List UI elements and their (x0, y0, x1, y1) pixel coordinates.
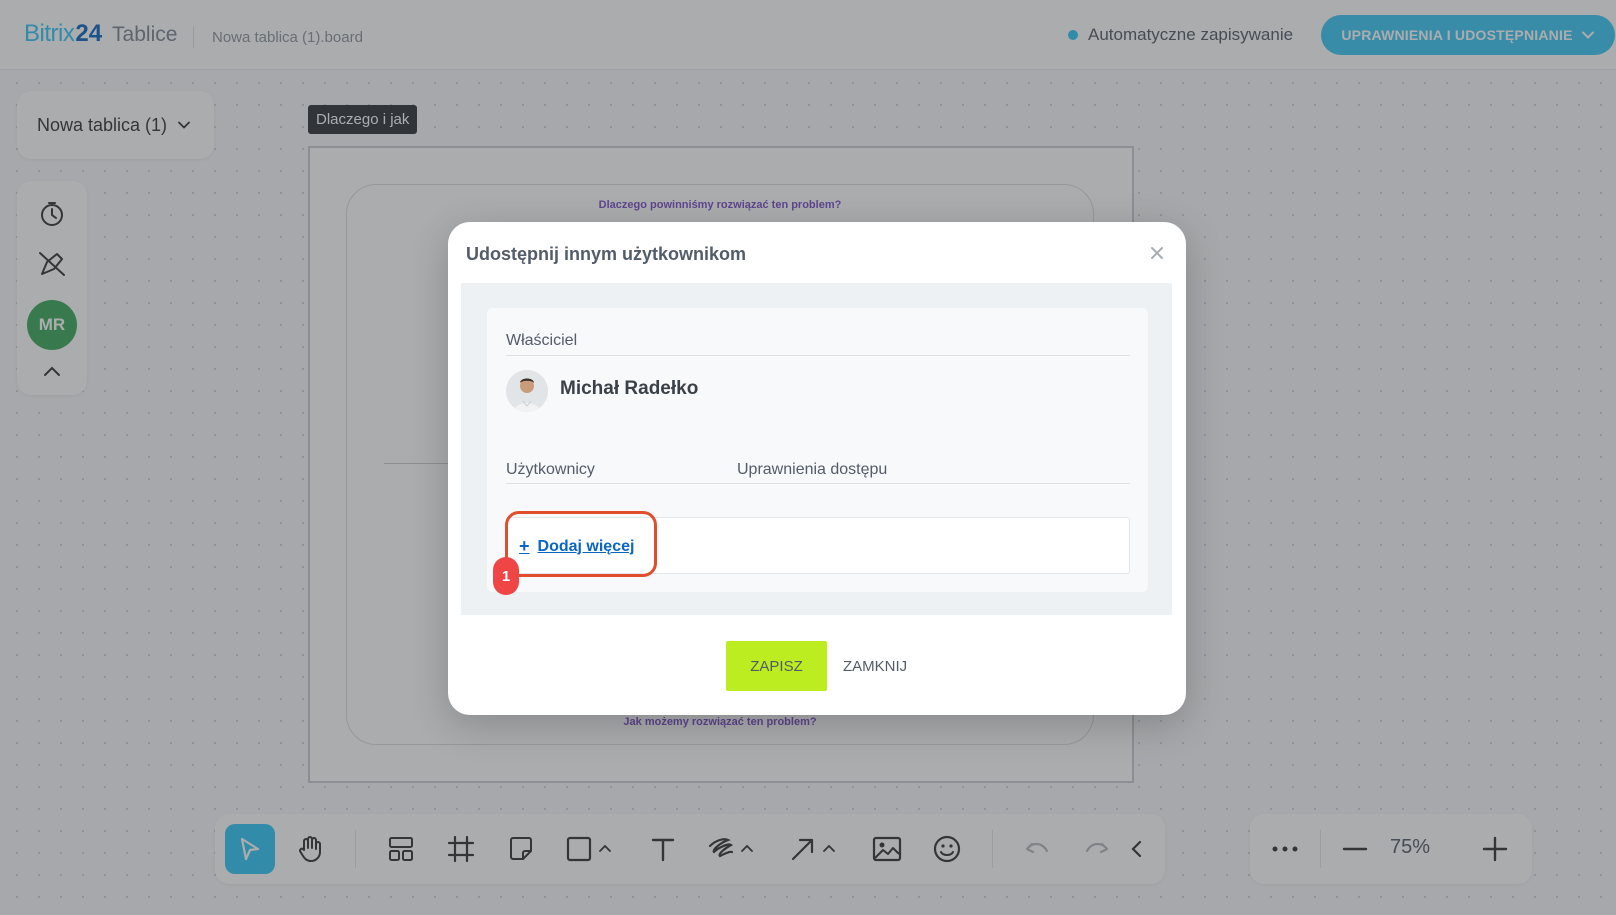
owner-name[interactable]: Michał Radełko (560, 378, 698, 400)
users-heading: Użytkownicy (506, 461, 595, 478)
annotation-highlight (505, 511, 657, 577)
divider (506, 483, 1130, 484)
close-button[interactable]: ZAMKNIJ (843, 641, 907, 691)
owner-heading: Właściciel (506, 332, 578, 349)
dialog-title: Udostępnij innym użytkownikom (466, 244, 747, 264)
owner-avatar (506, 370, 548, 412)
save-button[interactable]: ZAPISZ (726, 641, 827, 691)
share-dialog: Udostępnij innym użytkownikom Właściciel… (448, 222, 1186, 715)
annotation-badge: 1 (493, 557, 519, 595)
close-icon[interactable] (1146, 242, 1168, 264)
access-heading: Uprawnienia dostępu (737, 461, 888, 478)
divider (506, 355, 1130, 356)
